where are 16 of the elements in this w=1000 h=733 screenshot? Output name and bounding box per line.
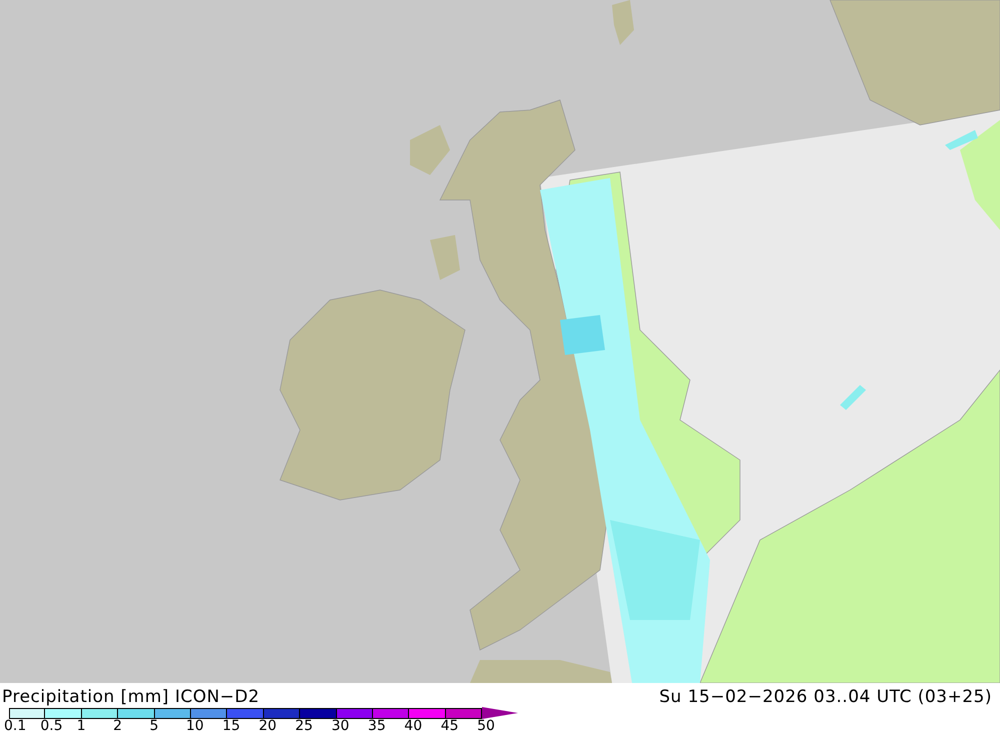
scale-label: 45 — [440, 719, 459, 733]
scale-label: 15 — [222, 719, 240, 733]
scale-label: 2 — [113, 719, 122, 733]
scale-label: 1 — [76, 719, 86, 733]
scale-label: 0.1 — [4, 719, 26, 733]
legend-title: Precipitation [mm] ICON−D2 — [2, 687, 260, 707]
scale-label: 20 — [258, 719, 277, 733]
scale-label: 40 — [404, 719, 422, 733]
scale-label: 35 — [368, 719, 386, 733]
scale-label: 0.5 — [40, 719, 63, 733]
scale-label: 10 — [186, 719, 204, 733]
scale-label: 25 — [295, 719, 313, 733]
scale-label: 5 — [150, 719, 158, 733]
scale-label: 50 — [477, 719, 495, 733]
forecast-timestamp: Su 15−02−2026 03..04 UTC (03+25) — [659, 687, 992, 707]
scale-label: 30 — [332, 719, 350, 733]
